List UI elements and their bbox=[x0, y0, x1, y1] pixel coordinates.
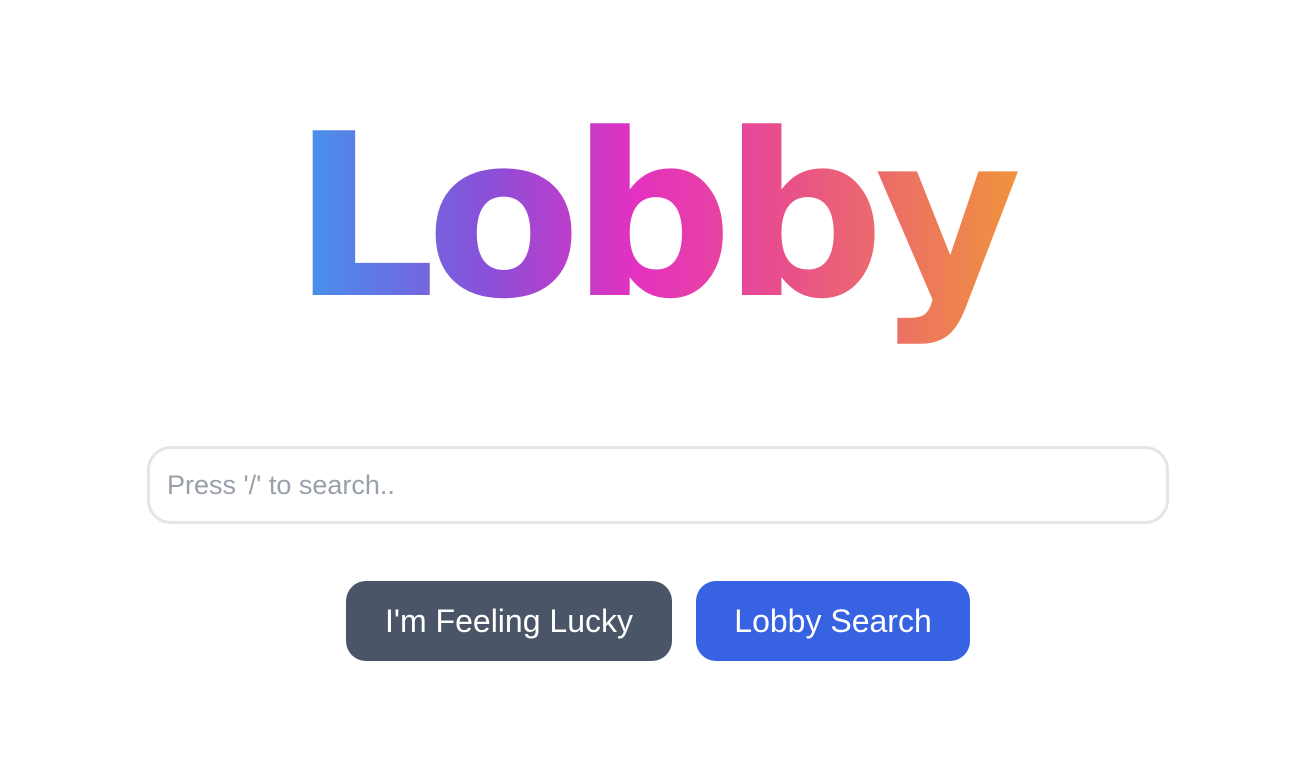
feeling-lucky-button[interactable]: I'm Feeling Lucky bbox=[346, 581, 672, 661]
page: Lobby I'm Feeling Lucky Lobby Search bbox=[0, 0, 1304, 778]
search-box bbox=[147, 446, 1169, 524]
logo-container: Lobby bbox=[0, 100, 1304, 360]
lobby-search-button[interactable]: Lobby Search bbox=[696, 581, 970, 661]
search-input[interactable] bbox=[150, 449, 1166, 521]
logo: Lobby bbox=[280, 100, 1024, 360]
